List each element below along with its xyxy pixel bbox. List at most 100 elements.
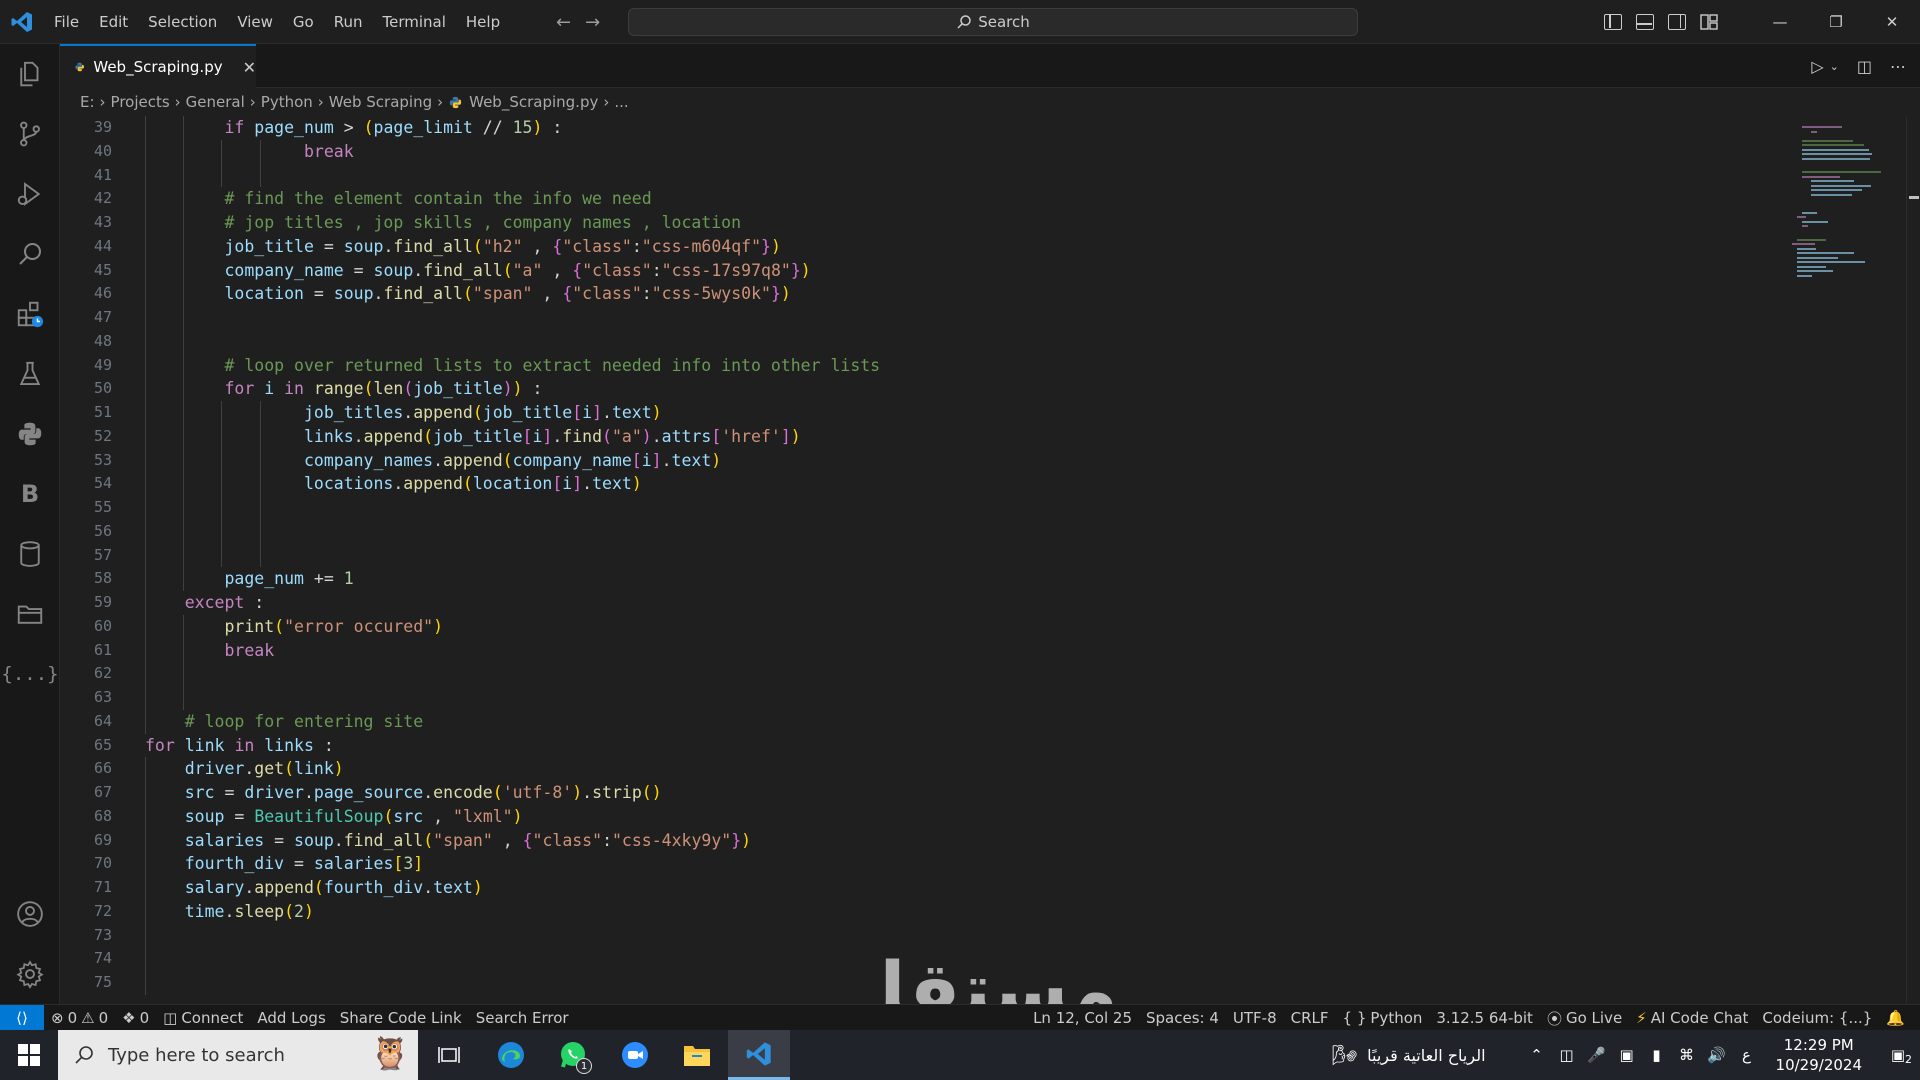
- file-explorer-button[interactable]: [666, 1030, 728, 1080]
- customize-layout-icon[interactable]: [1700, 14, 1718, 30]
- close-window-button[interactable]: ✕: [1864, 0, 1920, 44]
- source-control-icon[interactable]: [0, 110, 60, 158]
- vertical-scrollbar[interactable]: [1906, 116, 1920, 1004]
- code-line[interactable]: [145, 164, 880, 188]
- code-line[interactable]: company_name = soup.find_all("a" , {"cla…: [145, 259, 880, 283]
- code-line[interactable]: except :: [145, 591, 880, 615]
- code-line[interactable]: time.sleep(2): [145, 900, 880, 924]
- code-editor[interactable]: 39 40 41 42 43 44 45 46 47 48 49 50 51 52 53 54 55 56 57 58…: [60, 116, 1920, 1004]
- indentation[interactable]: Spaces: 4: [1139, 1009, 1226, 1027]
- close-tab-icon[interactable]: ✕: [243, 58, 256, 77]
- code-line[interactable]: # find the element contain the info we n…: [145, 187, 880, 211]
- vscode-taskbar-button[interactable]: [728, 1030, 790, 1080]
- code-line[interactable]: [145, 947, 880, 971]
- file-encoding[interactable]: UTF-8: [1226, 1009, 1284, 1027]
- code-line[interactable]: [145, 330, 880, 354]
- volume-icon[interactable]: 🔊: [1702, 1046, 1732, 1064]
- braces-icon[interactable]: {...}: [0, 650, 60, 698]
- code-line[interactable]: [145, 971, 880, 995]
- code-line[interactable]: for link in links :: [145, 734, 880, 758]
- code-line[interactable]: [145, 924, 880, 948]
- ports-indicator[interactable]: ❖ 0: [115, 1009, 156, 1027]
- breadcrumb-web-scraping-folder[interactable]: Web Scraping: [329, 93, 432, 111]
- code-line[interactable]: fourth_div = salaries[3]: [145, 852, 880, 876]
- code-line[interactable]: [145, 686, 880, 710]
- ai-code-chat-button[interactable]: ⚡ AI Code Chat: [1629, 1009, 1755, 1027]
- windows-start-button[interactable]: [0, 1030, 58, 1080]
- code-line[interactable]: [145, 520, 880, 544]
- breadcrumb-general[interactable]: General: [186, 93, 245, 111]
- search-icon[interactable]: [0, 230, 60, 278]
- code-line[interactable]: print("error occured"): [145, 615, 880, 639]
- vscode-logo-icon[interactable]: [0, 0, 44, 44]
- code-line[interactable]: job_titles.append(job_title[i].text): [145, 401, 880, 425]
- code-line[interactable]: src = driver.page_source.encode('utf-8')…: [145, 781, 880, 805]
- more-actions-icon[interactable]: ⋯: [1890, 57, 1906, 76]
- show-hidden-icons-chevron-icon[interactable]: ⌃: [1522, 1046, 1552, 1064]
- folder-icon[interactable]: [0, 590, 60, 638]
- code-line[interactable]: location = soup.find_all("span" , {"clas…: [145, 282, 880, 306]
- menu-edit[interactable]: Edit: [89, 0, 138, 44]
- share-code-link-button[interactable]: Share Code Link: [333, 1009, 469, 1027]
- notification-center-icon[interactable]: ▣ 2: [1876, 1046, 1920, 1066]
- code-line[interactable]: job_title = soup.find_all("h2" , {"class…: [145, 235, 880, 259]
- toggle-primary-sidebar-icon[interactable]: [1604, 14, 1622, 30]
- code-line[interactable]: locations.append(location[i].text): [145, 472, 880, 496]
- input-language[interactable]: ع: [1732, 1046, 1762, 1064]
- account-icon[interactable]: [0, 890, 60, 938]
- code-line[interactable]: links.append(job_title[i].find("a").attr…: [145, 425, 880, 449]
- go-live-button[interactable]: ⦿ Go Live: [1540, 1008, 1629, 1029]
- code-line[interactable]: break: [145, 140, 880, 164]
- minimap[interactable]: [1788, 116, 1906, 316]
- python-icon[interactable]: [0, 410, 60, 458]
- run-debug-icon[interactable]: [0, 170, 60, 218]
- menu-selection[interactable]: Selection: [138, 0, 227, 44]
- menu-view[interactable]: View: [227, 0, 283, 44]
- code-line[interactable]: soup = BeautifulSoup(src , "lxml"): [145, 805, 880, 829]
- wifi-icon[interactable]: ⌘: [1672, 1046, 1702, 1064]
- python-interpreter[interactable]: 3.12.5 64-bit: [1429, 1009, 1540, 1027]
- code-lines[interactable]: if page_num > (page_limit // 15) : break…: [145, 116, 880, 995]
- remote-window-icon[interactable]: ⟨⟩: [0, 1004, 44, 1031]
- search-error-button[interactable]: Search Error: [469, 1009, 576, 1027]
- code-line[interactable]: [145, 496, 880, 520]
- end-of-line[interactable]: CRLF: [1284, 1009, 1336, 1027]
- database-icon[interactable]: [0, 530, 60, 578]
- menu-file[interactable]: File: [44, 0, 89, 44]
- cursor-position[interactable]: Ln 12, Col 25: [1026, 1009, 1139, 1027]
- code-line[interactable]: if page_num > (page_limit // 15) :: [145, 116, 880, 140]
- code-line[interactable]: # loop for entering site: [145, 710, 880, 734]
- whatsapp-button[interactable]: 1: [542, 1030, 604, 1080]
- toggle-secondary-sidebar-icon[interactable]: [1668, 14, 1686, 30]
- add-logs-button[interactable]: Add Logs: [250, 1009, 332, 1027]
- menu-help[interactable]: Help: [456, 0, 510, 44]
- extensions-icon[interactable]: [0, 290, 60, 338]
- toggle-panel-icon[interactable]: [1636, 14, 1654, 30]
- tab-web-scraping[interactable]: Web_Scraping.py ✕: [60, 44, 256, 88]
- code-line[interactable]: driver.get(link): [145, 757, 880, 781]
- weather-text[interactable]: الرياح العاتية قريبًا: [1367, 1046, 1485, 1065]
- security-icon[interactable]: ▣: [1612, 1046, 1642, 1064]
- explorer-icon[interactable]: [0, 50, 60, 98]
- restore-button[interactable]: ❐: [1808, 0, 1864, 44]
- code-line[interactable]: [145, 544, 880, 568]
- forward-arrow-icon[interactable]: →: [585, 12, 600, 33]
- microphone-icon[interactable]: 🎤: [1582, 1046, 1612, 1064]
- minimize-button[interactable]: —: [1752, 0, 1808, 44]
- code-line[interactable]: page_num += 1: [145, 567, 880, 591]
- taskbar-clock[interactable]: 12:29 PM 10/29/2024: [1762, 1035, 1876, 1075]
- menu-run[interactable]: Run: [324, 0, 373, 44]
- taskbar-search-box[interactable]: Type here to search 🦉: [58, 1030, 418, 1080]
- code-line[interactable]: company_names.append(company_name[i].tex…: [145, 449, 880, 473]
- split-editor-icon[interactable]: ◫: [1857, 57, 1872, 76]
- code-line[interactable]: for i in range(len(job_title)) :: [145, 377, 880, 401]
- breadcrumb-drive[interactable]: E:: [80, 93, 95, 111]
- menu-go[interactable]: Go: [283, 0, 324, 44]
- codeium-status[interactable]: Codeium: {...}: [1755, 1009, 1879, 1027]
- code-line[interactable]: [145, 306, 880, 330]
- breadcrumb-python[interactable]: Python: [261, 93, 313, 111]
- code-line[interactable]: # loop over returned lists to extract ne…: [145, 354, 880, 378]
- code-line[interactable]: salary.append(fourth_div.text): [145, 876, 880, 900]
- code-line[interactable]: # jop titles , jop skills , company name…: [145, 211, 880, 235]
- breadcrumb-file[interactable]: Web_Scraping.py: [469, 93, 598, 111]
